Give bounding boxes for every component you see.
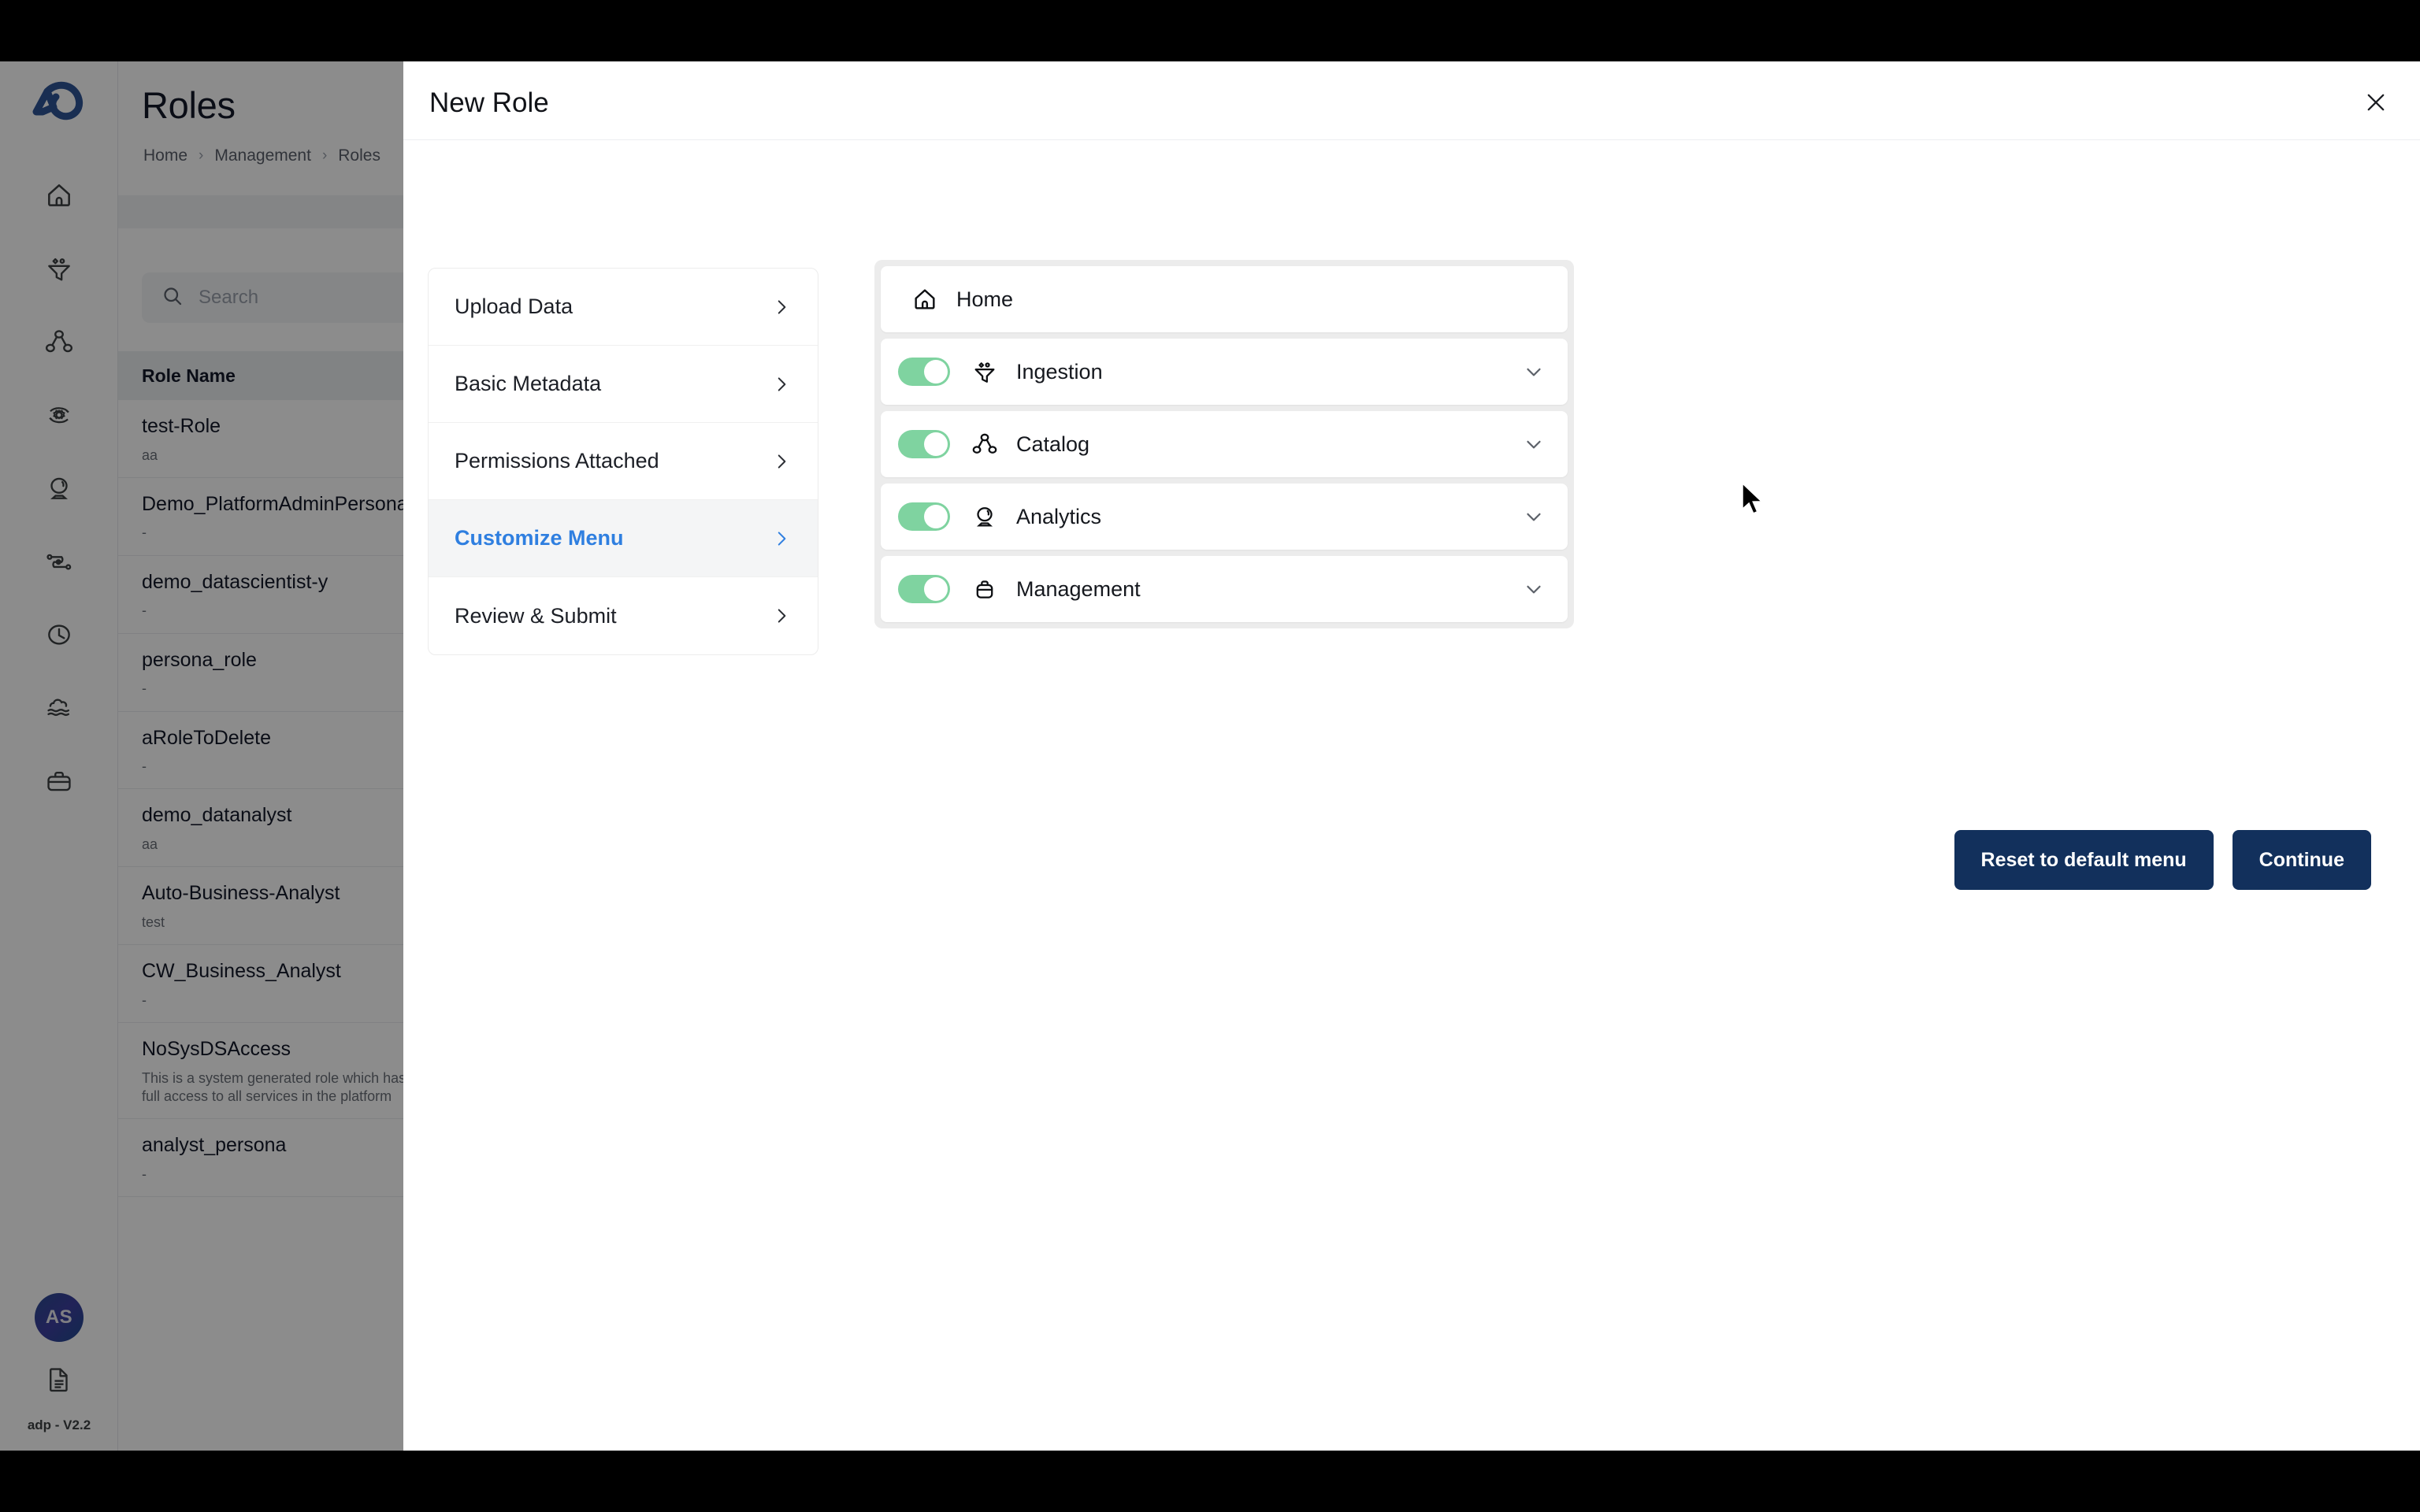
customize-menu-list: Home Ingestion Catalog Analytics Management — [874, 260, 1574, 628]
modal-actions: Reset to default menu Continue — [1954, 830, 2371, 890]
menu-item-catalog[interactable]: Catalog — [881, 411, 1568, 477]
chevron-down-icon[interactable] — [1522, 432, 1546, 456]
home-icon — [908, 282, 942, 317]
modal-title: New Role — [429, 87, 549, 118]
modal-header: New Role — [403, 61, 2420, 140]
chevron-right-icon — [771, 606, 792, 626]
wizard-step-customize-menu[interactable]: Customize Menu — [429, 500, 818, 577]
toggle-knob — [924, 577, 948, 601]
wizard-step-label: Upload Data — [455, 295, 573, 318]
management-briefcase-icon — [967, 572, 1002, 606]
wizard-step-label: Customize Menu — [455, 526, 624, 550]
wizard-step-label: Basic Metadata — [455, 372, 602, 395]
catalog-network-icon — [967, 427, 1002, 461]
menu-item-label: Ingestion — [1016, 359, 1103, 384]
menu-item-home[interactable]: Home — [881, 266, 1568, 332]
wizard-steps: Upload Data Basic Metadata Permissions Att… — [428, 268, 818, 655]
close-icon[interactable] — [2354, 80, 2398, 124]
wizard-step-label: Review & Submit — [455, 603, 617, 628]
menu-item-label: Catalog — [1016, 432, 1090, 456]
reset-to-default-menu-button[interactable]: Reset to default menu — [1954, 830, 2214, 890]
chevron-right-icon — [771, 297, 792, 317]
chevron-right-icon — [771, 374, 792, 395]
wizard-step-label: Permissions Attached — [455, 449, 659, 472]
chevron-right-icon — [771, 451, 792, 472]
chevron-down-icon[interactable] — [1522, 577, 1546, 601]
menu-item-label: Home — [956, 287, 1014, 311]
new-role-modal: New Role Upload Data Basic Metadata Permis… — [403, 61, 2420, 1451]
continue-button[interactable]: Continue — [2232, 830, 2371, 890]
toggle-knob — [924, 360, 948, 384]
menu-item-label: Analytics — [1016, 504, 1102, 528]
modal-body: Upload Data Basic Metadata Permissions Att… — [403, 140, 2420, 1451]
toggle-management[interactable] — [898, 575, 950, 603]
menu-item-analytics[interactable]: Analytics — [881, 484, 1568, 550]
menu-item-label: Management — [1016, 576, 1141, 601]
ingestion-funnel-icon — [967, 354, 1002, 389]
chevron-down-icon[interactable] — [1522, 505, 1546, 528]
toggle-knob — [924, 432, 948, 456]
toggle-catalog[interactable] — [898, 430, 950, 458]
wizard-step-upload-data[interactable]: Upload Data — [429, 269, 818, 346]
toggle-knob — [924, 505, 948, 528]
toggle-analytics[interactable] — [898, 502, 950, 531]
wizard-step-review-submit[interactable]: Review & Submit — [429, 577, 818, 654]
toggle-ingestion[interactable] — [898, 358, 950, 386]
chevron-right-icon — [771, 528, 792, 549]
wizard-step-permissions-attached[interactable]: Permissions Attached — [429, 423, 818, 500]
analytics-crystalball-icon — [967, 499, 1002, 534]
chevron-down-icon[interactable] — [1522, 360, 1546, 384]
screen: AS adp - V2.2 Roles Home › Management › … — [0, 0, 2420, 1512]
wizard-step-basic-metadata[interactable]: Basic Metadata — [429, 346, 818, 423]
menu-item-ingestion[interactable]: Ingestion — [881, 339, 1568, 405]
menu-item-management[interactable]: Management — [881, 556, 1568, 622]
